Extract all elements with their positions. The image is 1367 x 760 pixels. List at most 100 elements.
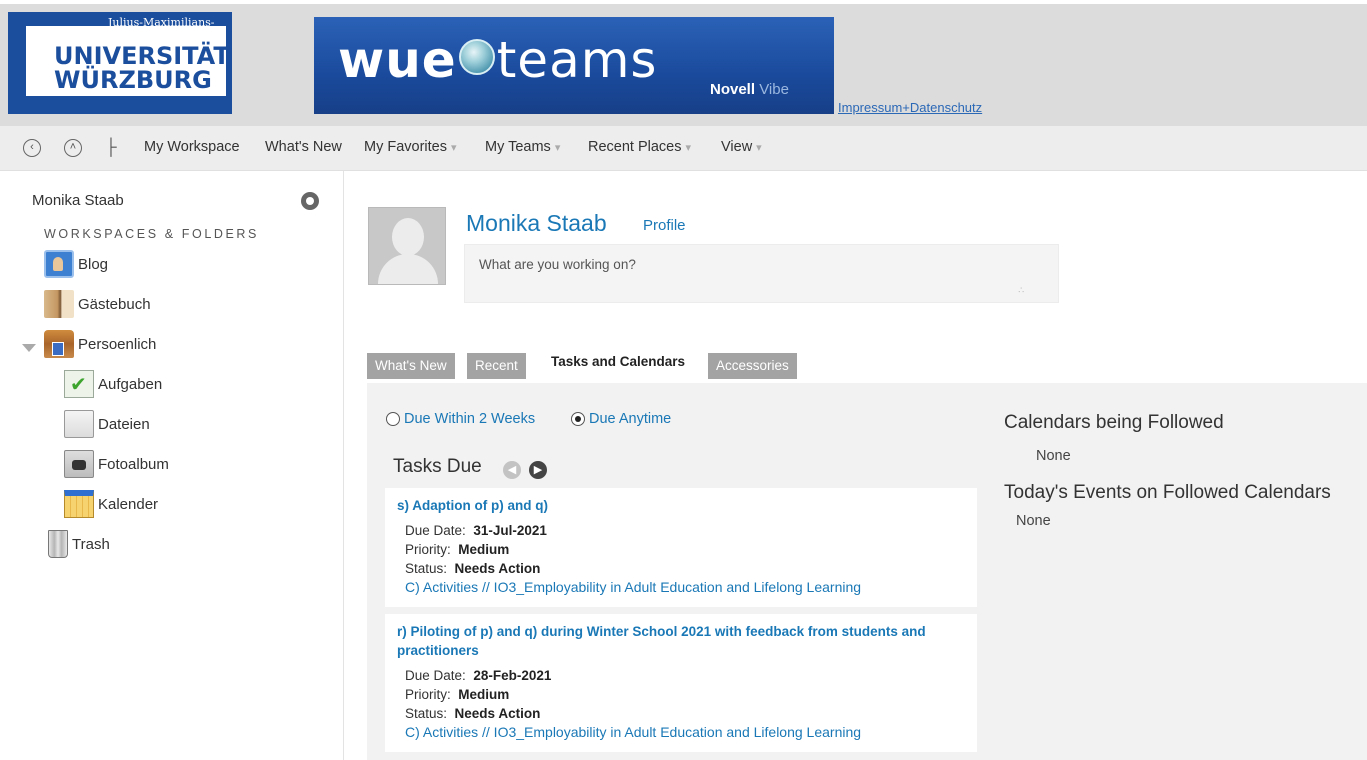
collapse-triangle-icon[interactable]: [22, 344, 36, 352]
sidebar-item-label: Gästebuch: [78, 295, 151, 313]
task-due-line: Due Date: 31-Jul-2021: [405, 521, 965, 540]
chevron-down-icon: ▾: [756, 142, 762, 154]
sidebar-item-gaestebuch[interactable]: Gästebuch: [44, 290, 151, 318]
filter-label: Due Within 2 Weeks: [404, 411, 536, 427]
sidebar-item-blog[interactable]: Blog: [44, 250, 108, 278]
status-label: Status:: [405, 561, 448, 576]
tab-whats-new[interactable]: What's New: [367, 353, 455, 379]
guestbook-icon: [44, 290, 74, 318]
vibe-text: Vibe: [759, 81, 789, 98]
main-content: Monika Staab Profile What are you workin…: [345, 171, 1367, 760]
task-card: s) Adaption of p) and q) Due Date: 31-Ju…: [385, 488, 977, 607]
menu-label: My Workspace: [144, 139, 240, 155]
calendars-followed-heading: Calendars being Followed: [1004, 412, 1224, 433]
task-priority-line: Priority: Medium: [405, 685, 965, 704]
radio-within-2-weeks[interactable]: [386, 412, 400, 426]
filter-due-within-2-weeks[interactable]: Due Within 2 Weeks: [386, 411, 535, 427]
sidebar-item-dateien[interactable]: Dateien: [64, 410, 150, 438]
tasks-icon: [64, 370, 94, 398]
novell-text: Novell: [710, 81, 756, 98]
menu-my-teams[interactable]: My Teams ▾: [485, 139, 560, 155]
novell-vibe-label: Novell Vibe: [710, 81, 789, 98]
tree-icon[interactable]: ├: [101, 138, 121, 158]
photo-album-icon: [64, 450, 94, 478]
priority-label: Priority:: [405, 542, 451, 557]
folder-icon: [64, 410, 94, 438]
status-input[interactable]: What are you working on? ∴: [464, 244, 1059, 303]
up-circle-icon[interactable]: ˄: [64, 139, 82, 157]
brand-suffix: teams: [496, 31, 658, 89]
status-placeholder: What are you working on?: [479, 257, 636, 272]
todays-events-heading: Today's Events on Followed Calendars: [1004, 482, 1331, 503]
sidebar-item-persoenlich[interactable]: Persoenlich: [44, 330, 156, 358]
filter-due-anytime[interactable]: Due Anytime: [571, 411, 671, 427]
task-title[interactable]: r) Piloting of p) and q) during Winter S…: [397, 622, 965, 660]
menu-my-workspace[interactable]: My Workspace: [144, 139, 240, 155]
menu-view[interactable]: View ▾: [721, 139, 762, 155]
priority-label: Priority:: [405, 687, 451, 702]
task-folder-link[interactable]: C) Activities // IO3_Employability in Ad…: [405, 723, 965, 742]
menu-label: My Favorites: [364, 139, 447, 155]
sidebar-item-label: Persoenlich: [78, 335, 157, 353]
menu-recent-places[interactable]: Recent Places ▾: [588, 139, 691, 155]
next-page-icon[interactable]: ▶: [529, 461, 547, 479]
resize-grip-icon[interactable]: ∴: [1018, 285, 1024, 296]
priority-value: Medium: [458, 542, 510, 557]
sidebar-item-trash[interactable]: Trash: [44, 530, 110, 558]
due-value: 31-Jul-2021: [473, 523, 547, 538]
menu-label: What's New: [265, 139, 342, 155]
due-label: Due Date:: [405, 668, 466, 683]
brand-wordmark: wue teams: [338, 31, 657, 89]
menu-label: My Teams: [485, 139, 551, 155]
sidebar-item-label: Blog: [78, 255, 109, 273]
blog-icon: [44, 250, 74, 278]
sidebar-item-label: Fotoalbum: [98, 455, 169, 473]
sidebar-user-name[interactable]: Monika Staab: [32, 192, 124, 209]
tab-recent[interactable]: Recent: [467, 353, 526, 379]
calendars-followed-value: None: [1036, 448, 1071, 464]
task-priority-line: Priority: Medium: [405, 540, 965, 559]
sidebar-item-label: Aufgaben: [98, 375, 163, 393]
logo-line-2: WÜRZBURG: [54, 66, 212, 94]
tab-accessories[interactable]: Accessories: [708, 353, 797, 379]
task-due-line: Due Date: 28-Feb-2021: [405, 666, 965, 685]
logo-blue-strip: [26, 96, 226, 114]
status-label: Status:: [405, 706, 448, 721]
previous-page-icon[interactable]: ◀: [503, 461, 521, 479]
menu-my-favorites[interactable]: My Favorites ▾: [364, 139, 457, 155]
back-circle-icon[interactable]: ‹: [23, 139, 41, 157]
impressum-link[interactable]: Impressum+Datenschutz: [838, 100, 982, 115]
trash-icon: [48, 530, 68, 558]
tasks-calendars-panel: Due Within 2 Weeks Due Anytime Tasks Due…: [367, 383, 1367, 760]
sidebar-section-heading: WORKSPACES & FOLDERS: [44, 227, 259, 241]
priority-value: Medium: [458, 687, 510, 702]
toolbar: ‹ ˄ ├ My Workspace What's New My Favorit…: [0, 126, 1367, 171]
gear-icon[interactable]: [301, 192, 319, 210]
profile-link[interactable]: Profile: [643, 217, 686, 234]
tab-tasks-and-calendars[interactable]: Tasks and Calendars: [539, 348, 698, 383]
sidebar: Monika Staab WORKSPACES & FOLDERS Blog G…: [0, 171, 344, 760]
menu-whats-new[interactable]: What's New: [265, 139, 342, 155]
wueteams-banner[interactable]: wue teams Novell Vibe: [314, 17, 834, 114]
sidebar-item-label: Trash: [72, 535, 110, 553]
menu-label: Recent Places: [588, 139, 682, 155]
due-label: Due Date:: [405, 523, 466, 538]
chevron-down-icon: ▾: [554, 142, 561, 154]
calendar-icon: [64, 490, 94, 518]
filter-label: Due Anytime: [589, 411, 672, 427]
avatar[interactable]: [368, 207, 446, 285]
task-folder-link[interactable]: C) Activities // IO3_Employability in Ad…: [405, 578, 965, 597]
task-card: r) Piloting of p) and q) during Winter S…: [385, 614, 977, 752]
task-status-line: Status: Needs Action: [405, 704, 965, 723]
status-value: Needs Action: [454, 706, 541, 721]
sidebar-item-kalender[interactable]: Kalender: [64, 490, 158, 518]
sidebar-item-fotoalbum[interactable]: Fotoalbum: [64, 450, 169, 478]
avatar-body: [378, 254, 438, 284]
task-title[interactable]: s) Adaption of p) and q): [397, 496, 965, 515]
profile-name[interactable]: Monika Staab: [466, 210, 607, 237]
radio-anytime[interactable]: [571, 412, 585, 426]
sidebar-item-aufgaben[interactable]: Aufgaben: [64, 370, 162, 398]
todays-events-value: None: [1016, 513, 1051, 529]
university-logo[interactable]: Julius-Maximilians- UNIVERSITÄT WÜRZBURG: [8, 12, 232, 114]
chevron-down-icon: ▾: [451, 142, 457, 154]
